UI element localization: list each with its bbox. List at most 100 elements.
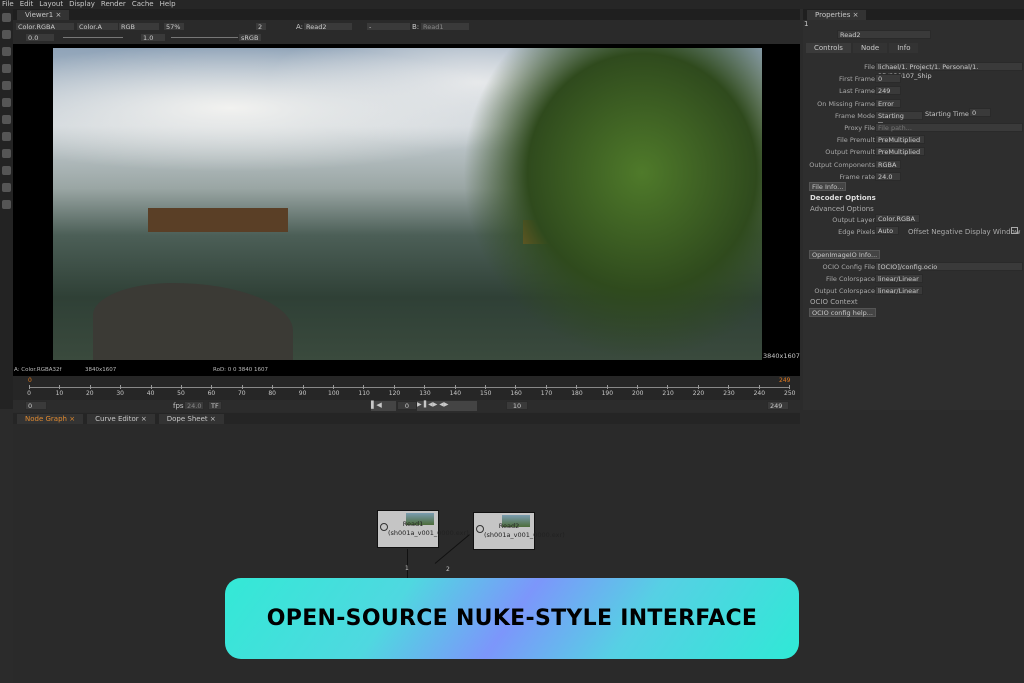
property-field[interactable]: PreMultiplied [875,147,925,157]
subtab-info[interactable]: Info [889,43,919,53]
node-read2[interactable]: Read2 (sh001a_v001_0000.exr) [473,512,565,550]
timeline-tick-label: 230 [723,390,735,397]
property-field[interactable]: 24.0 [875,171,901,181]
starting-time-label: Starting Time [925,110,969,118]
current-frame-field[interactable]: 0 [397,401,417,410]
property-field[interactable]: lichael/1. Project/1. Personal/1. 3D/230… [875,62,1023,80]
timeline-tick-label: 250 [784,390,796,397]
tab-dope-sheet[interactable]: Dope Sheet × [158,414,224,424]
property-field[interactable]: File path... [875,123,1023,132]
timeline-tick [485,385,486,389]
subtab-node[interactable]: Node [852,43,888,53]
file-info-button[interactable]: File Info... [809,182,847,191]
tool-icon[interactable] [2,166,11,175]
b-label: B: [412,23,420,31]
tool-icon[interactable] [2,30,11,39]
title-banner: OPEN-SOURCE NUKE-STYLE INTERFACE [225,578,799,659]
tool-icon[interactable] [2,13,11,22]
ocio-help-button[interactable]: OCIO config help... [809,308,876,317]
timeline-tick-label: 180 [571,390,583,397]
tab-curve-editor[interactable]: Curve Editor × [87,414,155,424]
tab-viewer1[interactable]: Viewer1 × [17,10,70,20]
oiio-info-button[interactable]: OpenImageIO Info... [809,250,881,259]
tool-icon[interactable] [2,200,11,209]
display-select[interactable]: RGB [118,22,160,31]
output-layer-label: Output Layer [832,216,875,224]
property-label: Last Frame [839,87,875,96]
count-select[interactable]: 2 [255,22,267,31]
input-b-select[interactable]: Read1 [420,22,470,31]
tab-properties[interactable]: Properties × [807,10,867,20]
property-field[interactable]: 249 [875,86,901,96]
tool-icon[interactable] [2,115,11,124]
offset-negative-checkbox[interactable] [1011,227,1018,234]
mid-select[interactable]: - [366,22,411,31]
property-field[interactable]: RGBA [875,159,901,169]
menu-render[interactable]: Render [101,0,126,9]
property-field[interactable]: PreMultiplied [875,135,925,145]
step-field[interactable]: 10 [506,401,528,410]
info-rod: RoD: 0 0 3840 1607 [213,367,269,373]
timeline-tick [697,385,699,389]
timeline-tick [637,385,638,389]
menu-display[interactable]: Display [69,0,95,9]
property-field[interactable]: 0 [875,74,901,84]
tool-icon[interactable] [2,98,11,107]
tool-icon[interactable] [2,81,11,90]
tool-icon[interactable] [2,149,11,158]
start-marker: 0 [28,377,32,384]
edge-pixels-select[interactable]: Auto [875,226,899,235]
starting-time-field[interactable]: 0 [969,108,991,117]
ocio-field[interactable]: [OCIO]/config.ocio [875,262,1023,271]
input-a-select[interactable]: Read2 [303,22,353,31]
node-file: (sh001a_v001_0000.exr) [388,529,469,537]
layer-select[interactable]: Color.RGBA [15,22,75,31]
node-name: Read2 [498,522,520,530]
gain-field[interactable]: 0.0 [25,33,55,42]
subtab-controls[interactable]: Controls [806,43,851,53]
timeline-tick-label: 60 [207,390,216,397]
menu-layout[interactable]: Layout [39,0,63,9]
fps-field[interactable]: 24.0 [184,401,204,410]
tool-icon[interactable] [2,64,11,73]
tab-node-graph[interactable]: Node Graph × [17,414,84,424]
menu-edit[interactable]: Edit [20,0,34,9]
tool-icon[interactable] [2,132,11,141]
rocks [93,283,293,360]
menu-help[interactable]: Help [160,0,176,9]
gamma-field[interactable]: 1.0 [140,33,166,42]
property-label: First Frame [839,75,875,84]
play-icon [476,525,484,533]
property-field[interactable]: Error [875,98,901,108]
ocio-field[interactable]: linear/Linear [875,286,923,295]
out-point-field[interactable]: 249 [767,401,789,410]
gain-slider[interactable] [63,37,123,38]
output-layer-select[interactable]: Color.RGBA [875,214,920,223]
tool-icon[interactable] [2,183,11,192]
playback-play-buttons[interactable]: ▶▐ ◀▶ ◀▶ [417,401,477,411]
timeline-tick [515,385,517,389]
timeline-tick [333,385,334,389]
node-name-field[interactable]: Read2 [837,30,931,39]
timeline-tick [59,385,61,389]
timeline-tick [424,385,426,389]
timeline-tick [667,385,669,389]
ocio-field[interactable]: linear/Linear [875,274,923,283]
property-field[interactable]: Starting Time [875,110,923,129]
decoder-options-heading: Decoder Options [810,194,876,202]
timeline-tick-label: 30 [116,390,124,397]
menu-file[interactable]: File [2,0,14,9]
lut-select[interactable]: sRGB [238,33,262,42]
tool-icon[interactable] [2,47,11,56]
in-point-field[interactable]: 0 [25,401,47,410]
timeline-tick-label: 70 [237,390,246,397]
tf-select[interactable]: TF [208,401,222,410]
playback-first-prev-buttons[interactable]: ▌◀ [371,401,396,411]
zoom-select[interactable]: 57% [163,22,185,31]
property-label: File Premult [836,136,875,145]
menu-cache[interactable]: Cache [132,0,154,9]
node-name: Read1 [402,520,424,528]
timeline-tick-label: 190 [601,390,614,397]
timeline-tick [150,385,152,389]
node-read1[interactable]: Read1 (sh001a_v001_0000.exr) [377,510,469,548]
